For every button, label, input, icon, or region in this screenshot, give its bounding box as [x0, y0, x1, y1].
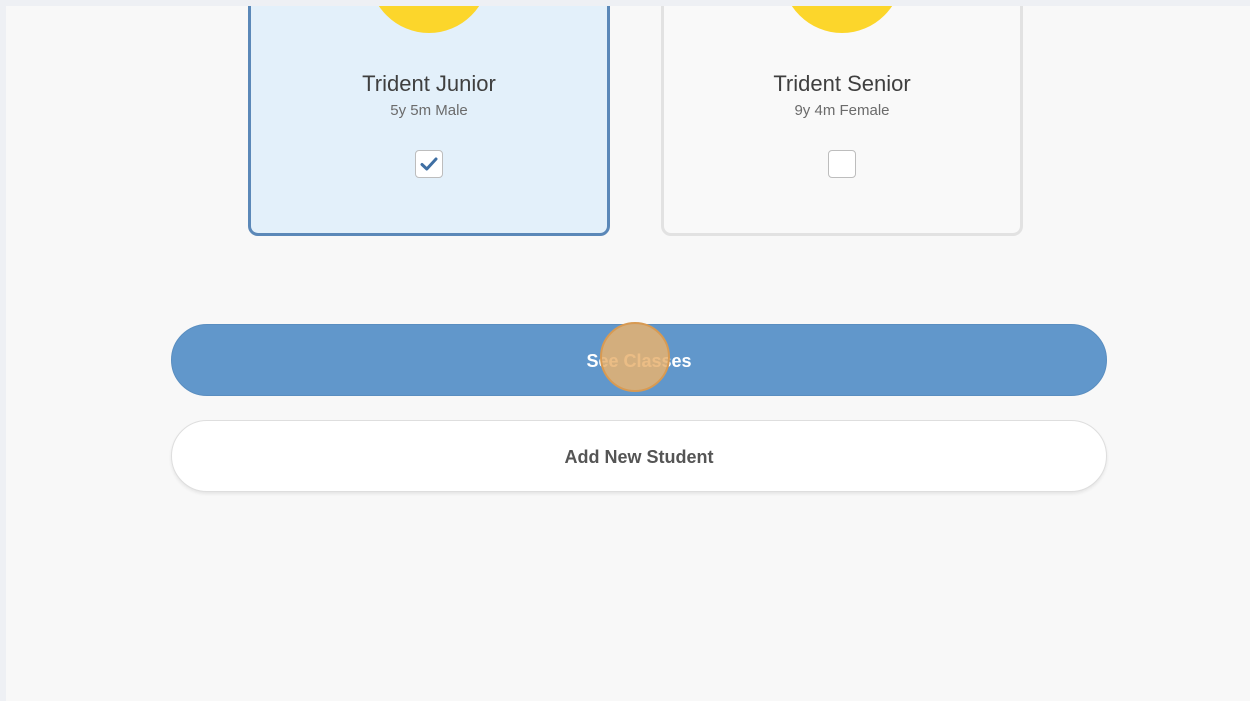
student-avatar — [369, 6, 489, 33]
student-name: Trident Junior — [362, 71, 496, 96]
student-select-checkbox[interactable] — [415, 150, 443, 178]
student-details: 9y 4m Female — [794, 102, 890, 119]
student-avatar — [782, 6, 902, 33]
student-card-trident-senior[interactable]: Trident Senior 9y 4m Female — [661, 6, 1023, 236]
checkmark-icon — [420, 157, 438, 171]
student-details: 5y 5m Male — [390, 102, 468, 119]
add-new-student-button[interactable]: Add New Student — [171, 420, 1107, 492]
student-select-checkbox[interactable] — [828, 150, 856, 178]
student-card-trident-junior[interactable]: Trident Junior 5y 5m Male — [248, 6, 610, 236]
student-name: Trident Senior — [773, 71, 911, 96]
page: Trident Junior 5y 5m Male Trident Senior… — [6, 6, 1250, 701]
see-classes-button[interactable]: See Classes — [171, 324, 1107, 396]
